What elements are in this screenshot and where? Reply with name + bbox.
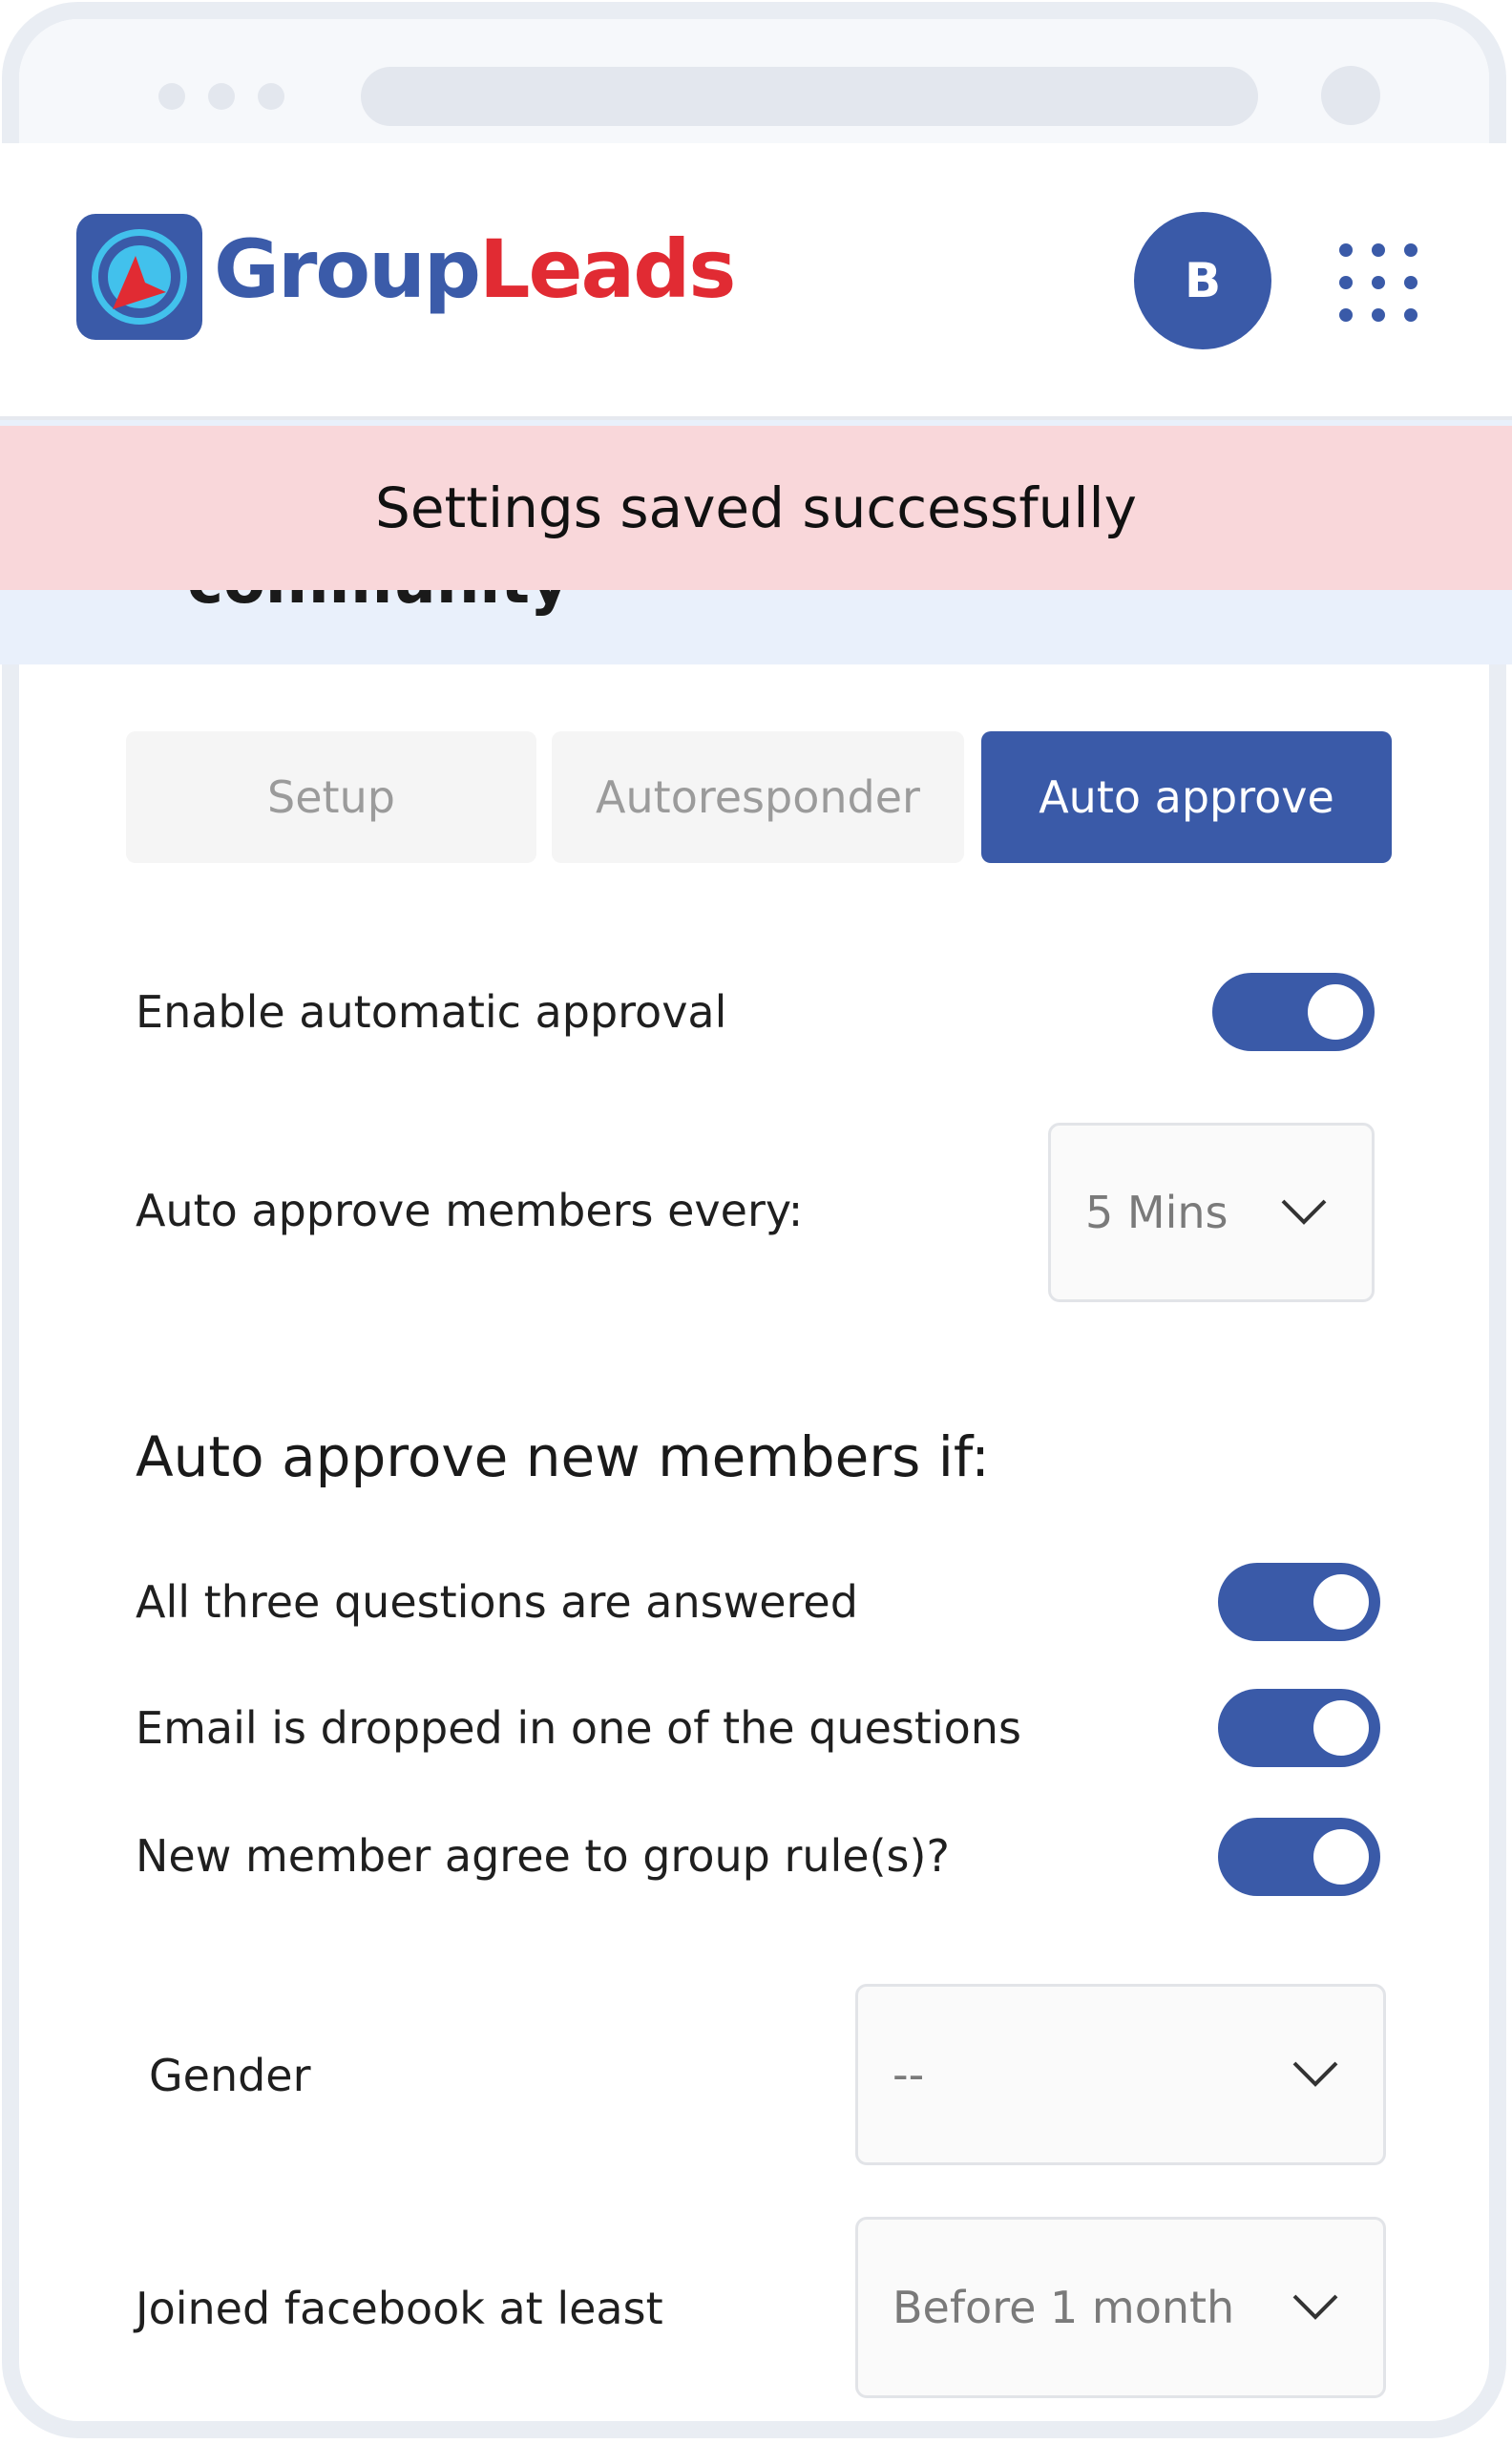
- condition-toggle-email[interactable]: [1218, 1689, 1380, 1767]
- conditions-heading: Auto approve new members if:: [136, 1424, 990, 1489]
- window-dot: [258, 83, 284, 110]
- chevron-down-icon: [1292, 2061, 1338, 2087]
- condition-label: New member agree to group rule(s)?: [136, 1830, 950, 1882]
- interval-select[interactable]: 5 Mins: [1048, 1123, 1375, 1302]
- window-dot: [208, 83, 235, 110]
- chevron-down-icon: [1292, 2294, 1338, 2320]
- tab-auto-approve[interactable]: Auto approve: [981, 731, 1392, 863]
- condition-toggle-rules[interactable]: [1218, 1818, 1380, 1896]
- avatar[interactable]: B: [1134, 212, 1271, 349]
- gender-label: Gender: [149, 2050, 311, 2101]
- brand-name: GroupLeads: [214, 221, 736, 317]
- logo-icon: [76, 214, 202, 340]
- interval-label: Auto approve members every:: [136, 1185, 804, 1236]
- browser-chrome: [19, 19, 1489, 160]
- condition-toggle-questions[interactable]: [1218, 1563, 1380, 1641]
- window-dot: [158, 83, 185, 110]
- gender-select[interactable]: --: [855, 1984, 1386, 2165]
- condition-label: All three questions are answered: [136, 1576, 858, 1628]
- enable-approval-toggle[interactable]: [1212, 973, 1375, 1051]
- chevron-down-icon: [1281, 1199, 1327, 1225]
- brand-name-part2: Leads: [479, 222, 736, 316]
- browser-extension-icon[interactable]: [1321, 66, 1380, 125]
- success-toast: Settings saved successfully: [0, 426, 1512, 590]
- tab-autoresponder[interactable]: Autoresponder: [552, 731, 964, 863]
- joined-value: Before 1 month: [892, 2282, 1235, 2333]
- condition-label: Email is dropped in one of the questions: [136, 1702, 1021, 1754]
- brand-name-part1: Group: [214, 222, 481, 316]
- toggle-knob: [1313, 1829, 1369, 1885]
- joined-label: Joined facebook at least: [136, 2283, 663, 2334]
- toggle-knob: [1313, 1700, 1369, 1756]
- enable-approval-label: Enable automatic approval: [136, 986, 727, 1038]
- tab-setup[interactable]: Setup: [126, 731, 536, 863]
- joined-select[interactable]: Before 1 month: [855, 2217, 1386, 2398]
- address-bar[interactable]: [361, 67, 1258, 126]
- gender-value: --: [892, 2049, 925, 2100]
- toggle-knob: [1308, 984, 1363, 1040]
- toggle-knob: [1313, 1574, 1369, 1630]
- interval-value: 5 Mins: [1085, 1187, 1228, 1238]
- apps-grid-icon[interactable]: [1336, 241, 1420, 325]
